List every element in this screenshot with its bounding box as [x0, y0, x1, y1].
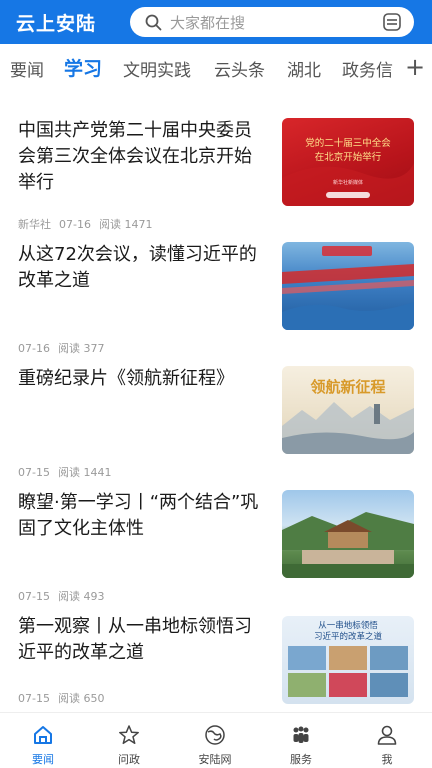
nav-label: 我	[381, 753, 393, 766]
nav-wenzheng[interactable]: 问政	[86, 713, 172, 768]
search-box[interactable]: 大家都在搜	[130, 7, 414, 37]
people-icon	[289, 723, 313, 747]
news-item[interactable]: 重磅纪录片《领航新征程》 07-15 阅读 1441 领航新征程	[0, 364, 432, 488]
thumb-caption-1: 领航新征程	[309, 378, 385, 396]
search-icon	[144, 13, 162, 31]
nav-label: 服务	[290, 753, 312, 766]
news-thumbnail[interactable]	[282, 242, 414, 330]
tab-yuntoutiao[interactable]: 云头条	[214, 56, 265, 81]
news-title[interactable]: 瞭望·第一学习丨“两个结合”巩固了文化主体性	[18, 490, 262, 542]
news-title[interactable]: 重磅纪录片《领航新征程》	[18, 366, 262, 392]
search-placeholder: 大家都在搜	[170, 13, 246, 32]
news-meta: 新华社 07-16 阅读 1471	[18, 216, 160, 232]
nav-label: 要闻	[32, 753, 54, 766]
news-date: 07-16	[18, 342, 50, 355]
news-reads: 阅读 1441	[57, 466, 112, 479]
news-meta: 07-15 阅读 1441	[18, 464, 119, 480]
news-title[interactable]: 中国共产党第二十届中央委员会第三次全体会议在北京开始举行	[18, 118, 262, 196]
user-icon	[375, 723, 399, 747]
nav-fuwu[interactable]: 服务	[258, 713, 344, 768]
nav-wo[interactable]: 我	[344, 713, 430, 768]
nav-label: 安陆网	[198, 753, 232, 766]
nav-yaowen[interactable]: 要闻	[0, 713, 86, 768]
thumbnail-graphic	[282, 512, 414, 578]
news-item[interactable]: 从这72次会议，读懂习近平的改革之道 07-16 阅读 377	[0, 240, 432, 364]
thumb-caption-2: 习近平的改革之道	[314, 631, 383, 642]
tab-wenming[interactable]: 文明实践	[123, 56, 191, 81]
tab-yaowen[interactable]: 要闻	[10, 56, 44, 81]
news-reads: 阅读 650	[57, 692, 105, 705]
thumbnail-graphic: 党的二十届三中全会 在北京开始举行 新华社新媒体	[282, 137, 414, 206]
channel-tabs: 要闻 学习 文明实践 云头条 湖北 政务信 +	[0, 44, 432, 90]
news-item[interactable]: 瞭望·第一学习丨“两个结合”巩固了文化主体性 07-15 阅读 493	[0, 488, 432, 612]
news-title[interactable]: 第一观察丨从一串地标领悟习近平的改革之道	[18, 614, 262, 666]
scan-icon[interactable]	[382, 12, 402, 32]
news-date: 07-15	[18, 466, 50, 479]
thumb-caption-3: 新华社新媒体	[333, 179, 363, 186]
news-source: 新华社	[18, 218, 51, 231]
nav-anluwang[interactable]: 安陆网	[172, 713, 258, 768]
news-meta: 07-15 阅读 493	[18, 588, 112, 604]
tab-zhengwu[interactable]: 政务信	[342, 56, 393, 81]
thumbnail-graphic: 领航新征程	[282, 378, 414, 454]
nav-label: 问政	[118, 753, 140, 766]
news-thumbnail[interactable]: 领航新征程	[282, 366, 414, 454]
news-thumbnail[interactable]: 从一串地标领悟 习近平的改革之道	[282, 616, 414, 704]
news-reads: 阅读 493	[57, 590, 105, 603]
news-date: 07-16	[59, 218, 91, 231]
thumb-caption-1: 从一串地标领悟	[318, 620, 378, 631]
news-reads: 阅读 1471	[98, 218, 153, 231]
add-channel-button[interactable]: +	[398, 44, 432, 90]
globe-icon	[203, 723, 227, 747]
news-item[interactable]: 中国共产党第二十届中央委员会第三次全体会议在北京开始举行 新华社 07-16 阅读 …	[0, 116, 432, 240]
tab-xuexi[interactable]: 学习	[64, 54, 102, 81]
top-bar: 云上安陆 大家都在搜	[0, 0, 432, 44]
news-date: 07-15	[18, 692, 50, 705]
news-thumbnail[interactable]	[282, 490, 414, 578]
news-thumbnail[interactable]: 党的二十届三中全会 在北京开始举行 新华社新媒体	[282, 118, 414, 206]
news-reads: 阅读 377	[57, 342, 105, 355]
news-date: 07-15	[18, 590, 50, 603]
news-feed: 中国共产党第二十届中央委员会第三次全体会议在北京开始举行 新华社 07-16 阅读 …	[0, 90, 432, 712]
news-meta: 07-15 阅读 650	[18, 690, 112, 706]
star-icon	[117, 723, 141, 747]
bottom-nav: 要闻 问政 安陆网 服务 我	[0, 712, 432, 768]
thumbnail-graphic: 从一串地标领悟 习近平的改革之道	[288, 620, 408, 697]
thumb-caption-1: 党的二十届三中全会	[305, 137, 391, 149]
home-icon	[31, 723, 55, 747]
news-meta: 07-16 阅读 377	[18, 340, 112, 356]
tab-hubei[interactable]: 湖北	[287, 56, 321, 81]
news-title[interactable]: 从这72次会议，读懂习近平的改革之道	[18, 242, 262, 294]
thumbnail-graphic	[282, 246, 414, 330]
app-logo: 云上安陆	[16, 12, 97, 35]
thumb-caption-2: 在北京开始举行	[315, 151, 382, 163]
